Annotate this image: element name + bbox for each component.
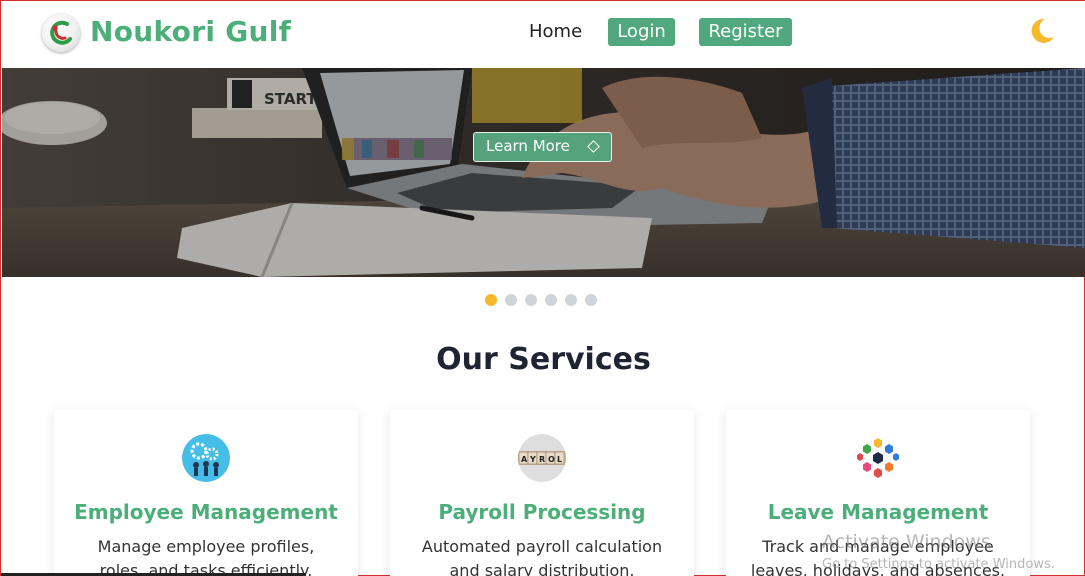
carousel-dot-6[interactable] [585, 294, 597, 306]
login-button[interactable]: Login [608, 18, 675, 46]
svg-text:Y: Y [529, 455, 536, 464]
payroll-blocks-icon: A Y R O L [518, 434, 566, 482]
site-header: Noukori Gulf Home Login Register [1, 1, 1085, 68]
service-title: Payroll Processing [438, 500, 646, 524]
brand-name[interactable]: Noukori Gulf [90, 13, 291, 51]
carousel-dot-2[interactable] [505, 294, 517, 306]
activate-windows-title: Activate Windows [822, 531, 991, 553]
svg-text:O: O [548, 455, 555, 464]
carousel-dot-5[interactable] [565, 294, 577, 306]
service-title: Employee Management [74, 500, 338, 524]
service-card-payroll-processing[interactable]: A Y R O L Payroll Processing Automated p… [390, 409, 694, 576]
services-heading: Our Services [436, 342, 651, 377]
moon-icon[interactable] [1027, 16, 1057, 46]
hexagon-network-icon [854, 434, 902, 482]
learn-more-label: Learn More [486, 137, 570, 155]
carousel-dot-3[interactable] [525, 294, 537, 306]
svg-text:L: L [557, 455, 562, 464]
learn-more-button[interactable]: Learn More [473, 132, 612, 162]
register-button[interactable]: Register [699, 18, 792, 46]
carousel-dot-4[interactable] [545, 294, 557, 306]
service-card-employee-management[interactable]: Employee Management Manage employee prof… [54, 409, 358, 576]
hero-carousel[interactable]: STARTU Learn More [2, 68, 1085, 277]
diamond-icon [587, 140, 600, 153]
carousel-dot-1[interactable] [485, 294, 497, 306]
service-title: Leave Management [767, 500, 989, 524]
svg-text:R: R [539, 455, 545, 464]
svg-text:A: A [521, 455, 528, 464]
hero-image: STARTU [2, 68, 1085, 277]
activate-windows-subtitle: Go to Settings to activate Windows. [822, 557, 1055, 572]
service-description: Automated payroll calculation and salary… [421, 537, 663, 576]
service-description: Manage employee profiles, roles, and tas… [97, 537, 315, 576]
brand-logo-icon[interactable] [42, 14, 80, 52]
team-gears-icon [182, 434, 230, 482]
nav-home-link[interactable]: Home [529, 20, 582, 44]
